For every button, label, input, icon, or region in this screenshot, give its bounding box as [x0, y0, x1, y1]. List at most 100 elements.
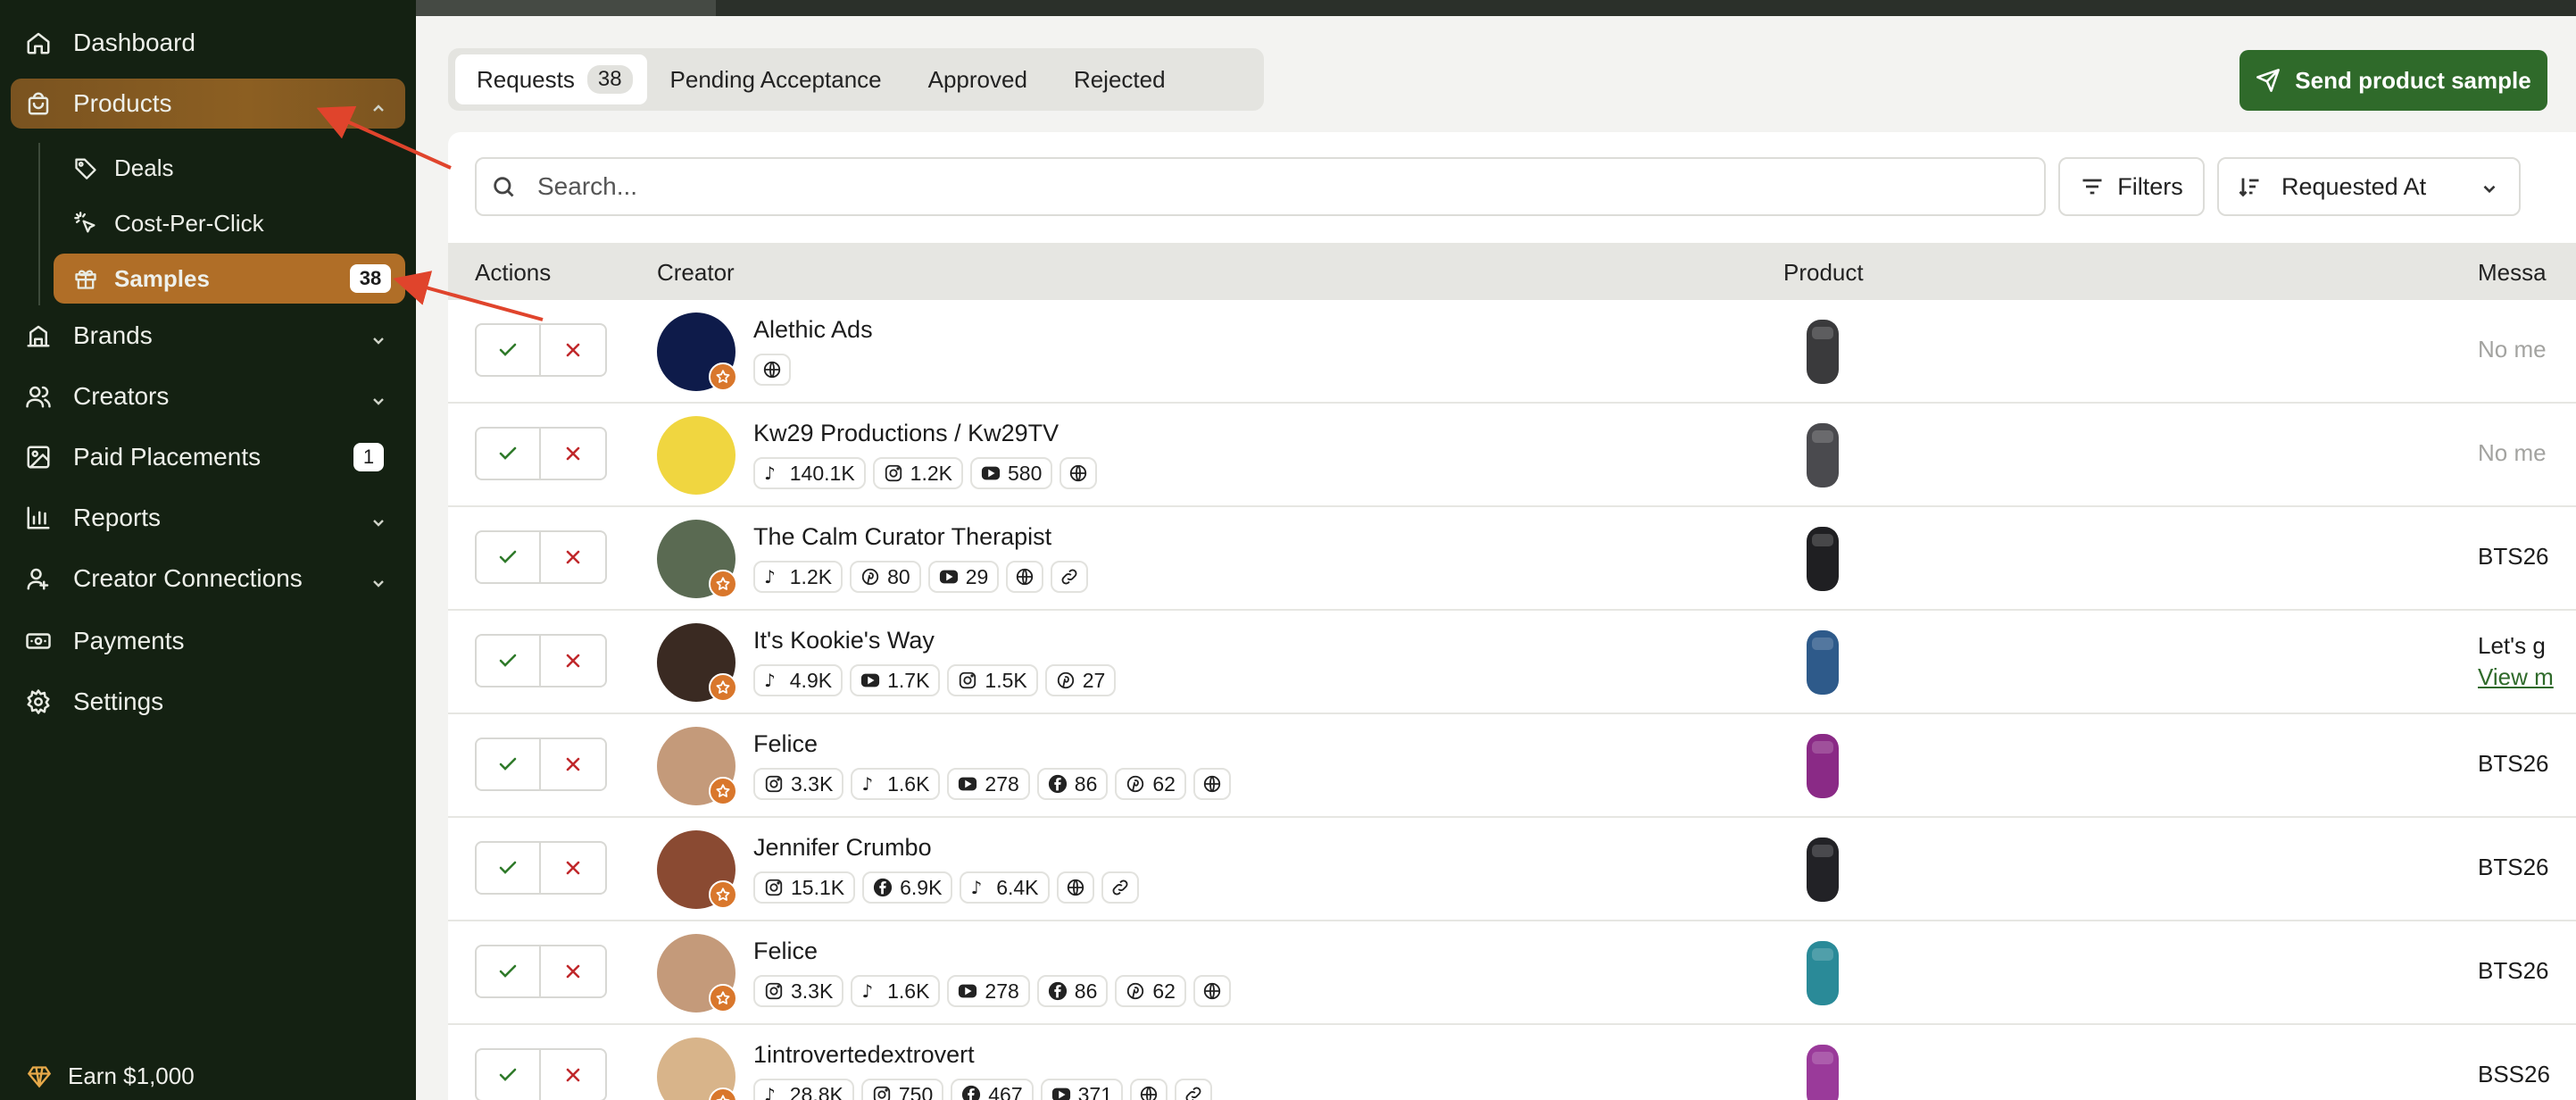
social-tiktok-chip[interactable]: ♪ 1.6K	[851, 768, 941, 800]
social-pinterest-chip[interactable]: 80	[850, 561, 921, 593]
table-row[interactable]: The Calm Curator Therapist ♪ 1.2K 80 29 BTS26	[448, 507, 2576, 611]
social-pinterest-chip[interactable]: 62	[1115, 768, 1186, 800]
sidebar-item-paid-placements[interactable]: Paid Placements 1	[11, 432, 405, 482]
social-facebook-chip[interactable]: 86	[1036, 768, 1109, 800]
social-instagram-chip[interactable]: 1.5K	[947, 664, 1038, 696]
filters-button[interactable]: Filters	[2058, 157, 2205, 216]
social-youtube-chip[interactable]: 371	[1040, 1079, 1123, 1100]
social-globe-chip[interactable]	[1192, 768, 1231, 800]
sidebar-item-reports[interactable]: Reports	[11, 493, 405, 543]
table-row[interactable]: Kw29 Productions / Kw29TV ♪ 140.1K 1.2K 580 N…	[448, 404, 2576, 507]
table-row[interactable]: 1introvertedextrovert ♪ 28.8K 750 467 371 BSS2…	[448, 1025, 2576, 1100]
social-instagram-chip[interactable]: 750	[860, 1079, 944, 1100]
table-row[interactable]: Felice 3.3K ♪ 1.6K 278 86 62 BTS26	[448, 714, 2576, 818]
creator-name[interactable]: 1introvertedextrovert	[753, 1041, 975, 1069]
column-header-message[interactable]: Messa	[2478, 259, 2547, 287]
product-thumbnail[interactable]	[1787, 521, 1858, 596]
sort-select[interactable]: Requested At	[2217, 157, 2521, 216]
column-header-product[interactable]: Product	[1783, 259, 1864, 287]
sidebar-item-settings[interactable]: Settings	[11, 677, 405, 727]
creator-name[interactable]: Felice	[753, 730, 818, 758]
sidebar-item-dashboard[interactable]: Dashboard	[11, 18, 405, 68]
social-link-chip[interactable]	[1051, 561, 1089, 593]
social-youtube-chip[interactable]: 278	[947, 975, 1030, 1007]
earn-referral-link[interactable]: Earn $1,000	[27, 1062, 195, 1090]
tab-requests[interactable]: Requests 38	[455, 54, 647, 104]
table-row[interactable]: Alethic Ads No me	[448, 300, 2576, 404]
sidebar-item-creators[interactable]: Creators	[11, 371, 405, 421]
reject-button[interactable]	[541, 1050, 605, 1100]
social-tiktok-chip[interactable]: ♪ 4.9K	[753, 664, 843, 696]
reject-button[interactable]	[541, 532, 605, 582]
product-thumbnail[interactable]	[1787, 625, 1858, 700]
creator-name[interactable]: The Calm Curator Therapist	[753, 523, 1051, 551]
social-globe-chip[interactable]	[1056, 871, 1094, 904]
table-row[interactable]: Jennifer Crumbo 15.1K 6.9K ♪ 6.4K BTS26	[448, 818, 2576, 921]
product-thumbnail[interactable]	[1787, 418, 1858, 493]
creator-name[interactable]: It's Kookie's Way	[753, 627, 935, 654]
social-globe-chip[interactable]	[753, 354, 791, 386]
social-globe-chip[interactable]	[1130, 1079, 1168, 1100]
avatar[interactable]	[657, 416, 735, 495]
product-thumbnail[interactable]	[1787, 314, 1858, 389]
social-tiktok-chip[interactable]: ♪ 28.8K	[753, 1079, 854, 1100]
creator-name[interactable]: Felice	[753, 938, 818, 965]
approve-button[interactable]	[477, 325, 542, 375]
column-header-creator[interactable]: Creator	[657, 259, 735, 287]
product-thumbnail[interactable]	[1787, 832, 1858, 907]
creator-name[interactable]: Jennifer Crumbo	[753, 834, 932, 862]
tab-pending-acceptance[interactable]: Pending Acceptance	[647, 54, 905, 104]
creator-name[interactable]: Kw29 Productions / Kw29TV	[753, 420, 1059, 447]
social-globe-chip[interactable]	[1006, 561, 1044, 593]
product-thumbnail[interactable]	[1787, 936, 1858, 1011]
approve-button[interactable]	[477, 946, 542, 996]
view-message-link[interactable]: View m	[2478, 663, 2554, 691]
reject-button[interactable]	[541, 636, 605, 686]
social-globe-chip[interactable]	[1059, 457, 1098, 489]
table-row[interactable]: It's Kookie's Way ♪ 4.9K 1.7K 1.5K 27 Let's g V…	[448, 611, 2576, 714]
sidebar-item-brands[interactable]: Brands	[11, 311, 405, 361]
approve-button[interactable]	[477, 429, 542, 479]
social-instagram-chip[interactable]: 3.3K	[753, 768, 844, 800]
social-facebook-chip[interactable]: 467	[951, 1079, 1034, 1100]
sidebar-subitem-samples[interactable]: Samples 38	[54, 254, 405, 304]
creator-name[interactable]: Alethic Ads	[753, 316, 873, 344]
social-link-chip[interactable]	[1175, 1079, 1212, 1100]
product-thumbnail[interactable]	[1787, 729, 1858, 804]
tab-approved[interactable]: Approved	[905, 54, 1051, 104]
social-youtube-chip[interactable]: 580	[970, 457, 1053, 489]
approve-button[interactable]	[477, 1050, 542, 1100]
product-thumbnail[interactable]	[1787, 1039, 1858, 1100]
social-instagram-chip[interactable]: 3.3K	[753, 975, 844, 1007]
reject-button[interactable]	[541, 946, 605, 996]
social-youtube-chip[interactable]: 1.7K	[850, 664, 941, 696]
approve-button[interactable]	[477, 843, 542, 893]
social-facebook-chip[interactable]: 86	[1036, 975, 1109, 1007]
social-youtube-chip[interactable]: 278	[947, 768, 1030, 800]
search-input[interactable]: Search...	[475, 157, 2046, 216]
social-link-chip[interactable]	[1101, 871, 1139, 904]
approve-button[interactable]	[477, 636, 542, 686]
tab-rejected[interactable]: Rejected	[1051, 54, 1189, 104]
reject-button[interactable]	[541, 429, 605, 479]
sidebar-item-payments[interactable]: Payments	[11, 616, 405, 666]
sidebar-subitem-deals[interactable]: Deals	[54, 143, 405, 193]
approve-button[interactable]	[477, 532, 542, 582]
social-globe-chip[interactable]	[1192, 975, 1231, 1007]
social-tiktok-chip[interactable]: ♪ 1.6K	[851, 975, 941, 1007]
social-tiktok-chip[interactable]: ♪ 6.4K	[960, 871, 1050, 904]
sidebar-subitem-cost-per-click[interactable]: Cost-Per-Click	[54, 198, 405, 248]
social-instagram-chip[interactable]: 15.1K	[753, 871, 856, 904]
reject-button[interactable]	[541, 843, 605, 893]
social-tiktok-chip[interactable]: ♪ 1.2K	[753, 561, 843, 593]
social-facebook-chip[interactable]: 6.9K	[862, 871, 953, 904]
reject-button[interactable]	[541, 325, 605, 375]
table-row[interactable]: Felice 3.3K ♪ 1.6K 278 86 62 BTS26	[448, 921, 2576, 1025]
social-pinterest-chip[interactable]: 62	[1115, 975, 1186, 1007]
sidebar-item-products[interactable]: Products	[11, 79, 405, 129]
social-pinterest-chip[interactable]: 27	[1044, 664, 1117, 696]
social-tiktok-chip[interactable]: ♪ 140.1K	[753, 457, 866, 489]
sidebar-item-creator-connections[interactable]: Creator Connections	[11, 554, 405, 604]
social-youtube-chip[interactable]: 29	[927, 561, 1000, 593]
approve-button[interactable]	[477, 739, 542, 789]
